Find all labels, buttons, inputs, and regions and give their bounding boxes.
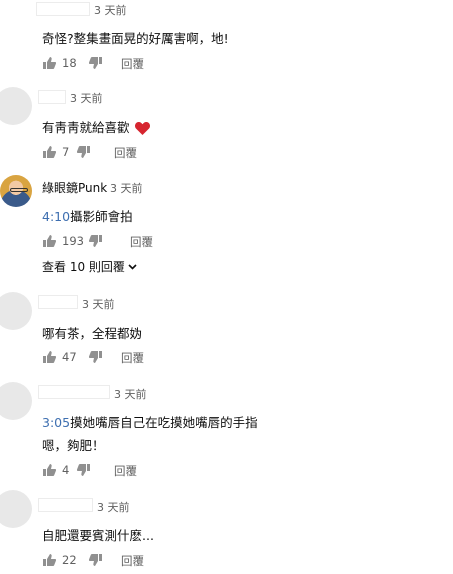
thumbs-down-icon[interactable] — [88, 350, 102, 364]
comment-time[interactable]: 3 天前 — [82, 296, 115, 312]
thumbs-up-icon[interactable] — [42, 56, 56, 70]
reply-button[interactable]: 回覆 — [114, 463, 137, 479]
reply-button[interactable]: 回覆 — [121, 56, 144, 72]
like-count: 4 — [62, 463, 70, 477]
comment-time[interactable]: 3 天前 — [114, 386, 147, 402]
reply-button[interactable]: 回覆 — [114, 145, 137, 161]
reply-button[interactable]: 回覆 — [121, 553, 144, 569]
comment-actions: 7 — [42, 144, 90, 160]
comment-3: 綠眼鏡Punk 3 天前 4:10攝影師會拍 193 回覆 查看 10 則回覆 — [0, 172, 453, 290]
comment-text: 哪有茶，全程都妫 — [42, 326, 143, 341]
comment-time[interactable]: 3 天前 — [97, 499, 130, 515]
like-count: 7 — [62, 145, 70, 159]
comment-actions: 18 — [42, 55, 102, 71]
avatar[interactable] — [0, 382, 32, 420]
comment-text-body: 摸她嘴唇自己在吃摸她嘴唇的手指 — [70, 415, 258, 430]
thumbs-up-icon[interactable] — [42, 553, 56, 567]
chevron-down-icon — [128, 263, 137, 270]
view-replies-label: 查看 10 則回覆 — [42, 260, 125, 274]
thumbs-up-icon[interactable] — [42, 145, 56, 159]
avatar[interactable] — [0, 87, 32, 125]
comment-actions: 193 — [42, 233, 102, 249]
view-replies-button[interactable]: 查看 10 則回覆 — [42, 258, 137, 275]
comment-text: 4:10攝影師會拍 — [42, 206, 133, 225]
comment-actions: 47 — [42, 349, 102, 365]
reply-button[interactable]: 回覆 — [130, 234, 153, 250]
comment-time[interactable]: 3 天前 — [110, 180, 143, 196]
avatar[interactable] — [0, 175, 32, 207]
comment-text-body: 有靑靑就給喜歡 — [42, 120, 130, 135]
comment-1: 3 天前 奇怪?整集畫面晃的好厲害啊，地! 18 回覆 — [0, 0, 453, 85]
author-name[interactable]: 綠眼鏡Punk — [42, 179, 107, 196]
comment-6: 3 天前 自肥還要賓測什麽... 22 回覆 — [0, 488, 453, 574]
comment-actions: 4 — [42, 462, 90, 478]
thumbs-down-icon[interactable] — [88, 56, 102, 70]
comment-5: 3 天前 3:05摸她嘴唇自己在吃摸她嘴唇的手指 嗯，夠肥！ 4 回覆 — [0, 378, 453, 488]
comment-text: 奇怪?整集畫面晃的好厲害啊，地! — [42, 31, 229, 46]
heart-emoji-icon — [134, 122, 150, 135]
timestamp-link[interactable]: 3:05 — [42, 415, 70, 430]
thumbs-down-icon[interactable] — [76, 463, 90, 477]
thumbs-up-icon[interactable] — [42, 350, 56, 364]
comment-text-line2: 嗯，夠肥！ — [42, 438, 105, 453]
comment-text: 有靑靑就給喜歡 — [42, 117, 150, 136]
comment-4: 3 天前 哪有茶，全程都妫 47 回覆 — [0, 290, 453, 378]
timestamp-link[interactable]: 4:10 — [42, 209, 70, 224]
author-name-redacted[interactable] — [38, 498, 93, 512]
comment-time[interactable]: 3 天前 — [70, 90, 103, 106]
like-count: 47 — [62, 350, 77, 364]
comment-2: 3 天前 有靑靑就給喜歡 7 回覆 — [0, 85, 453, 170]
avatar[interactable] — [0, 490, 32, 528]
like-count: 18 — [62, 56, 77, 70]
glasses-icon — [10, 188, 28, 192]
author-name-redacted[interactable] — [36, 2, 90, 16]
reply-button[interactable]: 回覆 — [121, 350, 144, 366]
like-count: 193 — [62, 234, 84, 248]
comment-text-body: 攝影師會拍 — [70, 209, 133, 224]
thumbs-up-icon[interactable] — [42, 234, 56, 248]
comment-text: 自肥還要賓測什麽... — [42, 528, 154, 543]
author-name-redacted[interactable] — [38, 295, 78, 309]
avatar[interactable] — [0, 292, 32, 330]
thumbs-down-icon[interactable] — [88, 234, 102, 248]
thumbs-down-icon[interactable] — [88, 553, 102, 567]
comment-time[interactable]: 3 天前 — [94, 2, 127, 18]
like-count: 22 — [62, 553, 77, 567]
thumbs-up-icon[interactable] — [42, 463, 56, 477]
comment-actions: 22 — [42, 552, 102, 568]
thumbs-down-icon[interactable] — [76, 145, 90, 159]
comment-text: 3:05摸她嘴唇自己在吃摸她嘴唇的手指 — [42, 412, 258, 431]
author-name-redacted[interactable] — [38, 385, 110, 399]
author-name-redacted[interactable] — [38, 90, 66, 104]
